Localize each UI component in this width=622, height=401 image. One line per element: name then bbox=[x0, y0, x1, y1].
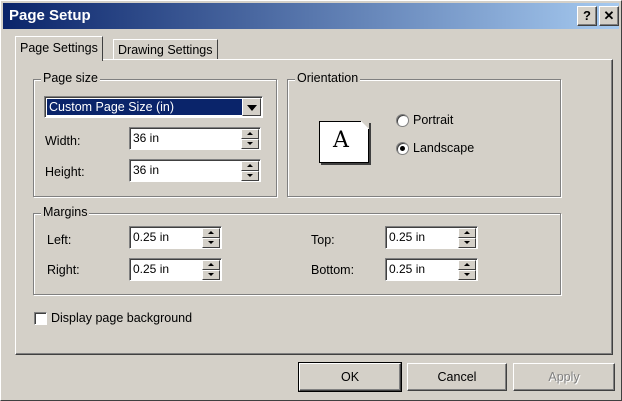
height-spin-up[interactable] bbox=[241, 161, 259, 171]
top-spin-down[interactable] bbox=[458, 238, 476, 248]
arrow-up-icon bbox=[208, 231, 214, 234]
height-value: 36 in bbox=[133, 163, 160, 177]
right-spin-down[interactable] bbox=[202, 270, 220, 280]
left-margin-value: 0.25 in bbox=[133, 230, 170, 244]
preview-letter: A bbox=[333, 128, 349, 153]
display-background-label[interactable]: Display page background bbox=[51, 311, 192, 325]
top-margin-value: 0.25 in bbox=[389, 230, 426, 244]
apply-button[interactable]: Apply bbox=[513, 363, 615, 391]
dialog-title: Page Setup bbox=[9, 7, 91, 24]
width-spin-down[interactable] bbox=[241, 139, 259, 149]
top-spin-up[interactable] bbox=[458, 228, 476, 238]
tab-drawing-settings[interactable]: Drawing Settings bbox=[113, 39, 218, 60]
left-margin-input[interactable]: 0.25 in bbox=[129, 226, 222, 249]
title-bar[interactable]: Page Setup ? ✕ bbox=[3, 3, 619, 29]
arrow-down-icon bbox=[247, 142, 253, 145]
page-size-selected: Custom Page Size (in) bbox=[47, 99, 242, 115]
arrow-up-icon bbox=[247, 132, 253, 135]
portrait-radio[interactable] bbox=[396, 114, 409, 127]
arrow-down-icon bbox=[208, 273, 214, 276]
left-margin-label: Left: bbox=[47, 233, 72, 247]
close-button[interactable]: ✕ bbox=[599, 6, 619, 26]
height-input[interactable]: 36 in bbox=[129, 159, 261, 182]
cancel-button[interactable]: Cancel bbox=[407, 363, 507, 391]
right-spin-up[interactable] bbox=[202, 260, 220, 270]
width-spin-up[interactable] bbox=[241, 129, 259, 139]
height-label: Height: bbox=[45, 165, 85, 179]
top-margin-input[interactable]: 0.25 in bbox=[385, 226, 478, 249]
arrow-up-icon bbox=[464, 231, 470, 234]
margins-group bbox=[33, 213, 561, 295]
right-margin-label: Right: bbox=[47, 263, 80, 277]
arrow-up-icon bbox=[464, 263, 470, 266]
height-spin-down[interactable] bbox=[241, 171, 259, 181]
page-size-select[interactable]: Custom Page Size (in) bbox=[44, 96, 263, 118]
arrow-down-icon bbox=[208, 241, 214, 244]
bottom-margin-input[interactable]: 0.25 in bbox=[385, 258, 478, 281]
right-margin-value: 0.25 in bbox=[133, 262, 170, 276]
tab-page-settings[interactable]: Page Settings bbox=[15, 36, 103, 61]
chevron-down-icon bbox=[247, 105, 257, 111]
top-margin-label: Top: bbox=[311, 233, 335, 247]
left-spin-down[interactable] bbox=[202, 238, 220, 248]
arrow-down-icon bbox=[247, 174, 253, 177]
page-fold-icon bbox=[361, 121, 369, 129]
arrow-down-icon bbox=[464, 273, 470, 276]
width-label: Width: bbox=[45, 134, 81, 148]
left-spin-up[interactable] bbox=[202, 228, 220, 238]
right-margin-input[interactable]: 0.25 in bbox=[129, 258, 222, 281]
display-background-checkbox[interactable] bbox=[34, 312, 47, 325]
ok-button[interactable]: OK bbox=[298, 362, 402, 392]
bottom-spin-down[interactable] bbox=[458, 270, 476, 280]
margins-legend: Margins bbox=[41, 205, 90, 219]
page-size-legend: Page size bbox=[41, 71, 100, 85]
help-button[interactable]: ? bbox=[577, 6, 597, 26]
radio-dot bbox=[400, 146, 405, 151]
portrait-label[interactable]: Portrait bbox=[413, 113, 453, 127]
bottom-margin-value: 0.25 in bbox=[389, 262, 426, 276]
orientation-preview: A bbox=[319, 121, 369, 163]
arrow-up-icon bbox=[247, 164, 253, 167]
dropdown-button[interactable] bbox=[242, 98, 261, 116]
width-value: 36 in bbox=[133, 131, 160, 145]
orientation-legend: Orientation bbox=[295, 71, 361, 85]
bottom-spin-up[interactable] bbox=[458, 260, 476, 270]
landscape-radio[interactable] bbox=[396, 142, 409, 155]
bottom-margin-label: Bottom: bbox=[311, 263, 355, 277]
arrow-up-icon bbox=[208, 263, 214, 266]
landscape-label[interactable]: Landscape bbox=[413, 141, 474, 155]
arrow-down-icon bbox=[464, 241, 470, 244]
width-input[interactable]: 36 in bbox=[129, 127, 261, 150]
page-setup-dialog: Page Setup ? ✕ Page Settings Drawing Set… bbox=[0, 0, 622, 401]
